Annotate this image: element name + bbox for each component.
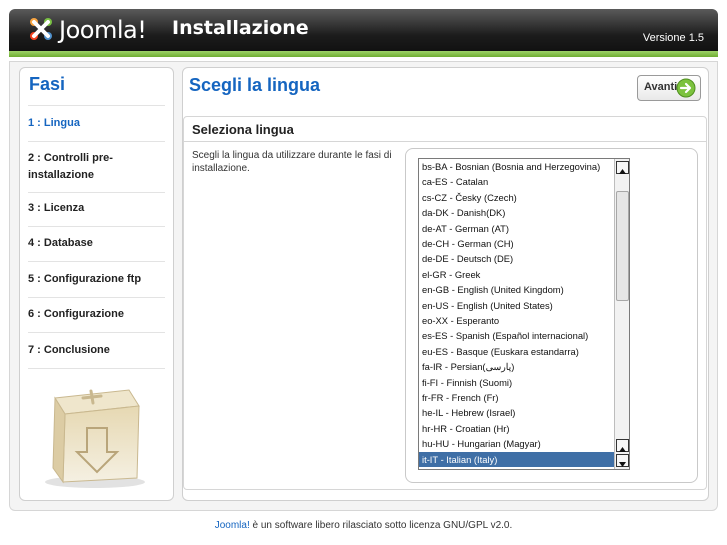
section-title: Seleziona lingua — [192, 122, 294, 137]
step-pre-installation-checks: 2 : Controlli pre-installazione — [28, 152, 113, 181]
step-language: 1 : Lingua — [28, 117, 80, 129]
divider — [28, 297, 165, 298]
footer-text: è un software libero rilasciato sotto li… — [249, 520, 513, 531]
arrow-up-icon — [619, 169, 626, 174]
installer-page: Joomla! Installazione Versione 1.5 Fasi … — [0, 0, 727, 545]
language-option[interactable]: en-US - English (United States) — [419, 298, 615, 313]
scrollbar-thumb[interactable] — [616, 191, 629, 301]
language-option[interactable]: hu-HU - Hungarian (Magyar) — [419, 436, 615, 451]
divider — [28, 261, 165, 262]
divider — [184, 141, 706, 142]
step-database: 4 : Database — [28, 237, 93, 249]
language-option[interactable]: fa-IR - Persian(پارسی) — [419, 359, 615, 374]
language-option[interactable]: en-GB - English (United Kingdom) — [419, 282, 615, 297]
divider — [28, 368, 165, 369]
language-option[interactable]: hr-HR - Croatian (Hr) — [419, 421, 615, 436]
divider — [28, 332, 165, 333]
footer: Joomla! è un software libero rilasciato … — [0, 520, 727, 531]
next-button-label: Avanti — [644, 81, 678, 93]
language-option[interactable]: da-DK - Danish(DK) — [419, 205, 615, 220]
install-box-icon — [45, 389, 145, 488]
divider — [28, 105, 165, 106]
language-option[interactable]: el-GR - Greek — [419, 267, 615, 282]
sidebar-title: Fasi — [29, 74, 66, 94]
step-conclusion: 7 : Conclusione — [28, 344, 110, 356]
language-select[interactable]: bs-BA - Bosnian (Bosnia and Herzegovina)… — [418, 158, 630, 470]
divider — [28, 192, 165, 193]
joomla-link[interactable]: Joomla! — [215, 520, 250, 531]
section-description: Scegli la lingua da utilizzare durante l… — [192, 150, 392, 174]
step-license: 3 : Licenza — [28, 202, 85, 214]
language-option[interactable]: de-DE - Deutsch (DE) — [419, 251, 615, 266]
language-option[interactable]: it-IT - Italian (Italy) — [419, 451, 615, 467]
step-ftp-configuration: 5 : Configurazione ftp — [28, 273, 142, 285]
content-title: Scegli la lingua — [189, 75, 321, 95]
language-option[interactable]: bs-BA - Bosnian (Bosnia and Herzegovina) — [419, 159, 615, 174]
divider — [28, 141, 165, 142]
scroll-up-button-lower[interactable] — [616, 439, 629, 452]
language-option[interactable]: fr-FR - French (Fr) — [419, 390, 615, 405]
language-option[interactable]: he-IL - Hebrew (Israel) — [419, 405, 615, 420]
language-option[interactable]: de-CH - German (CH) — [419, 236, 615, 251]
next-button[interactable]: Avanti — [637, 75, 701, 101]
language-option[interactable]: ca-ES - Catalan — [419, 174, 615, 189]
language-option[interactable]: eo-XX - Esperanto — [419, 313, 615, 328]
joomla-logo-text: Joomla! — [59, 16, 147, 44]
language-option[interactable]: de-AT - German (AT) — [419, 221, 615, 236]
steps-sidebar: Fasi 1 : Lingua 2 : Controlli pre-instal… — [19, 67, 174, 501]
arrow-down-icon — [619, 462, 626, 467]
step-configuration: 6 : Configurazione — [28, 308, 124, 320]
header-accent-line — [9, 51, 718, 57]
page-title: Installazione — [172, 17, 309, 39]
divider — [28, 226, 165, 227]
version-label: Versione 1.5 — [642, 32, 704, 44]
language-option[interactable]: cs-CZ - Česky (Czech) — [419, 190, 615, 205]
header-bar: Joomla! Installazione Versione 1.5 — [9, 9, 718, 57]
language-option[interactable]: eu-ES - Basque (Euskara estandarra) — [419, 344, 615, 359]
arrow-right-icon — [676, 78, 696, 98]
scroll-up-button[interactable] — [616, 161, 629, 174]
language-option[interactable]: es-ES - Spanish (Español internacional) — [419, 328, 615, 343]
language-list-scrollbar[interactable] — [614, 159, 629, 469]
scroll-down-button[interactable] — [616, 454, 629, 467]
language-option[interactable]: fi-FI - Finnish (Suomi) — [419, 375, 615, 390]
joomla-logo-icon — [30, 18, 52, 40]
